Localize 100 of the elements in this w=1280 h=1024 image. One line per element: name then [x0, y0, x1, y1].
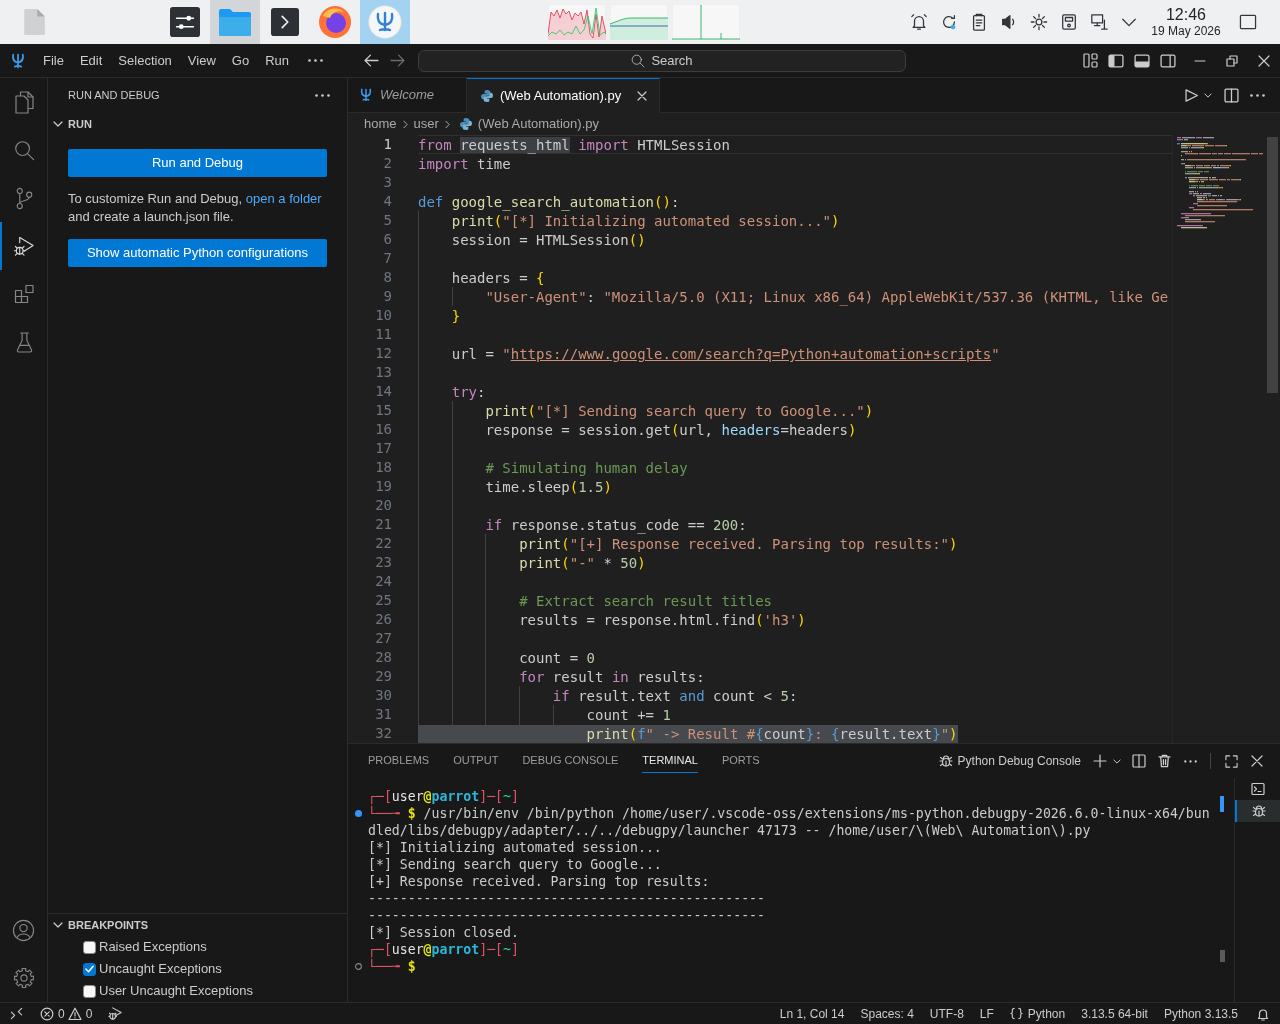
command-marker-icon[interactable] — [354, 963, 362, 970]
clock-time[interactable]: 12:46 — [1165, 6, 1206, 24]
account-icon[interactable] — [12, 918, 35, 942]
open-folder-link[interactable]: open a folder — [245, 191, 322, 206]
panel-tab[interactable]: DEBUG CONSOLE — [522, 749, 619, 773]
bell-icon[interactable] — [1256, 1006, 1270, 1021]
terminal-icon[interactable] — [1250, 782, 1265, 796]
bug-icon — [1251, 804, 1266, 818]
status-item[interactable]: Spaces: 4 — [852, 1004, 922, 1023]
more-icon[interactable] — [315, 94, 330, 97]
checkbox[interactable] — [83, 984, 96, 998]
panel-tab[interactable]: PROBLEMS — [368, 749, 430, 773]
chevron-down-icon[interactable] — [53, 121, 63, 127]
square-icon[interactable] — [1239, 14, 1257, 30]
minimap[interactable] — [1177, 137, 1263, 229]
split-editor-icon[interactable] — [1223, 87, 1239, 103]
status-item[interactable]: Ln 1, Col 14 — [771, 1004, 853, 1023]
command-center[interactable]: Search — [418, 49, 906, 72]
warning-count[interactable]: 0 — [85, 1004, 93, 1023]
close-icon[interactable] — [637, 91, 647, 101]
chevron-down-icon[interactable] — [1204, 92, 1212, 98]
panel-icon[interactable] — [1134, 53, 1150, 68]
status-item[interactable]: UTF-8 — [921, 1004, 972, 1023]
terminal-name[interactable]: Python Debug Console — [957, 752, 1081, 770]
files-icon[interactable] — [14, 90, 34, 114]
checkbox[interactable] — [83, 962, 96, 976]
layout-icon[interactable] — [1082, 53, 1098, 68]
editor-tab[interactable]: (Web Automation).py — [467, 78, 660, 113]
menu-item[interactable]: File — [35, 49, 72, 72]
chevron-down-icon[interactable] — [53, 922, 63, 928]
terminal-tab[interactable] — [1235, 800, 1280, 822]
breadcrumb-item[interactable]: user — [413, 114, 439, 134]
flask-icon[interactable] — [15, 331, 33, 353]
clipboard-icon[interactable] — [970, 13, 988, 31]
play-icon[interactable] — [1184, 88, 1198, 102]
more-icon[interactable] — [307, 59, 323, 62]
more-icon[interactable] — [1249, 93, 1265, 97]
section-title[interactable]: RUN — [68, 115, 92, 133]
show-configurations-button[interactable]: Show automatic Python configurations — [68, 239, 327, 267]
bell-icon[interactable] — [910, 13, 928, 31]
error-count[interactable]: 0 — [58, 1004, 65, 1023]
line-number: 4 — [383, 193, 392, 209]
breadcrumb-item[interactable]: home — [364, 114, 397, 134]
source-control-icon[interactable] — [15, 186, 33, 210]
close-icon[interactable] — [1258, 54, 1270, 67]
back-arrow-icon[interactable] — [363, 54, 379, 67]
minimize-icon[interactable] — [1194, 59, 1206, 62]
sidebar-left-icon[interactable] — [1108, 53, 1124, 68]
restore-icon[interactable] — [1226, 54, 1238, 67]
trash-icon[interactable] — [1157, 754, 1171, 768]
terminal-line: [*] Session closed. — [368, 924, 519, 941]
menu-item[interactable]: Selection — [110, 49, 180, 72]
menu-item[interactable]: Go — [223, 49, 258, 72]
sun-icon[interactable] — [1030, 13, 1048, 31]
menu-item[interactable]: Run — [257, 49, 297, 72]
status-item[interactable]: 3.13.5 64-bit — [1073, 1004, 1156, 1023]
search-icon[interactable] — [13, 139, 35, 161]
language-status[interactable]: Python — [1001, 1004, 1074, 1023]
sliders-icon[interactable] — [170, 7, 200, 37]
settings-icon[interactable] — [12, 967, 35, 989]
drive-icon[interactable] — [1060, 13, 1078, 31]
command-marker-icon[interactable] — [354, 810, 362, 817]
angle-brackets-icon[interactable] — [9, 1007, 23, 1020]
split-icon[interactable] — [1132, 754, 1146, 768]
panel-tab[interactable]: PORTS — [721, 749, 760, 773]
run-and-debug-button[interactable]: Run and Debug — [68, 149, 327, 177]
close-icon[interactable] — [1251, 755, 1263, 767]
section-title[interactable]: BREAKPOINTS — [68, 916, 149, 934]
warning-icon[interactable] — [67, 1006, 82, 1021]
panel-tab[interactable]: TERMINAL — [642, 749, 698, 773]
menu-item[interactable]: Edit — [71, 49, 111, 72]
panel-tab[interactable]: OUTPUT — [453, 749, 499, 773]
checkbox-label[interactable]: Raised Exceptions — [99, 937, 207, 957]
checkbox-label[interactable]: Uncaught Exceptions — [99, 959, 222, 979]
extensions-icon[interactable] — [13, 284, 35, 304]
code-line: # Extract search result titles — [518, 592, 772, 611]
refresh-icon[interactable] — [940, 13, 958, 31]
checkbox[interactable] — [83, 940, 96, 954]
logo-icon[interactable] — [9, 52, 26, 69]
browser-logo-icon[interactable] — [319, 6, 351, 38]
plus-icon[interactable] — [1093, 754, 1107, 768]
bug-play-icon[interactable] — [108, 1006, 124, 1021]
error-icon[interactable] — [40, 1006, 54, 1021]
taskbar-button[interactable] — [360, 0, 410, 44]
status-item[interactable]: LF — [971, 1004, 1002, 1023]
breadcrumb-item[interactable]: (Web Automation).py — [455, 114, 599, 134]
terminal-icon[interactable] — [271, 8, 299, 36]
more-icon[interactable] — [1183, 759, 1197, 763]
sidebar-right-icon[interactable] — [1160, 53, 1176, 68]
forward-arrow-icon[interactable] — [389, 54, 405, 67]
scrollbar-thumb[interactable] — [1267, 137, 1278, 393]
code-line: import time — [418, 155, 511, 174]
menu-item[interactable]: View — [179, 49, 224, 72]
maximize-icon[interactable] — [1224, 754, 1238, 768]
clock-date[interactable]: 19 May 2026 — [1151, 24, 1221, 38]
monitor-icon[interactable] — [1090, 13, 1108, 31]
checkbox-label[interactable]: User Uncaught Exceptions — [99, 981, 253, 1001]
chevron-down-icon[interactable] — [1113, 758, 1121, 764]
status-item[interactable]: Python 3.13.5 — [1155, 1004, 1246, 1023]
activity-graph — [548, 4, 606, 40]
